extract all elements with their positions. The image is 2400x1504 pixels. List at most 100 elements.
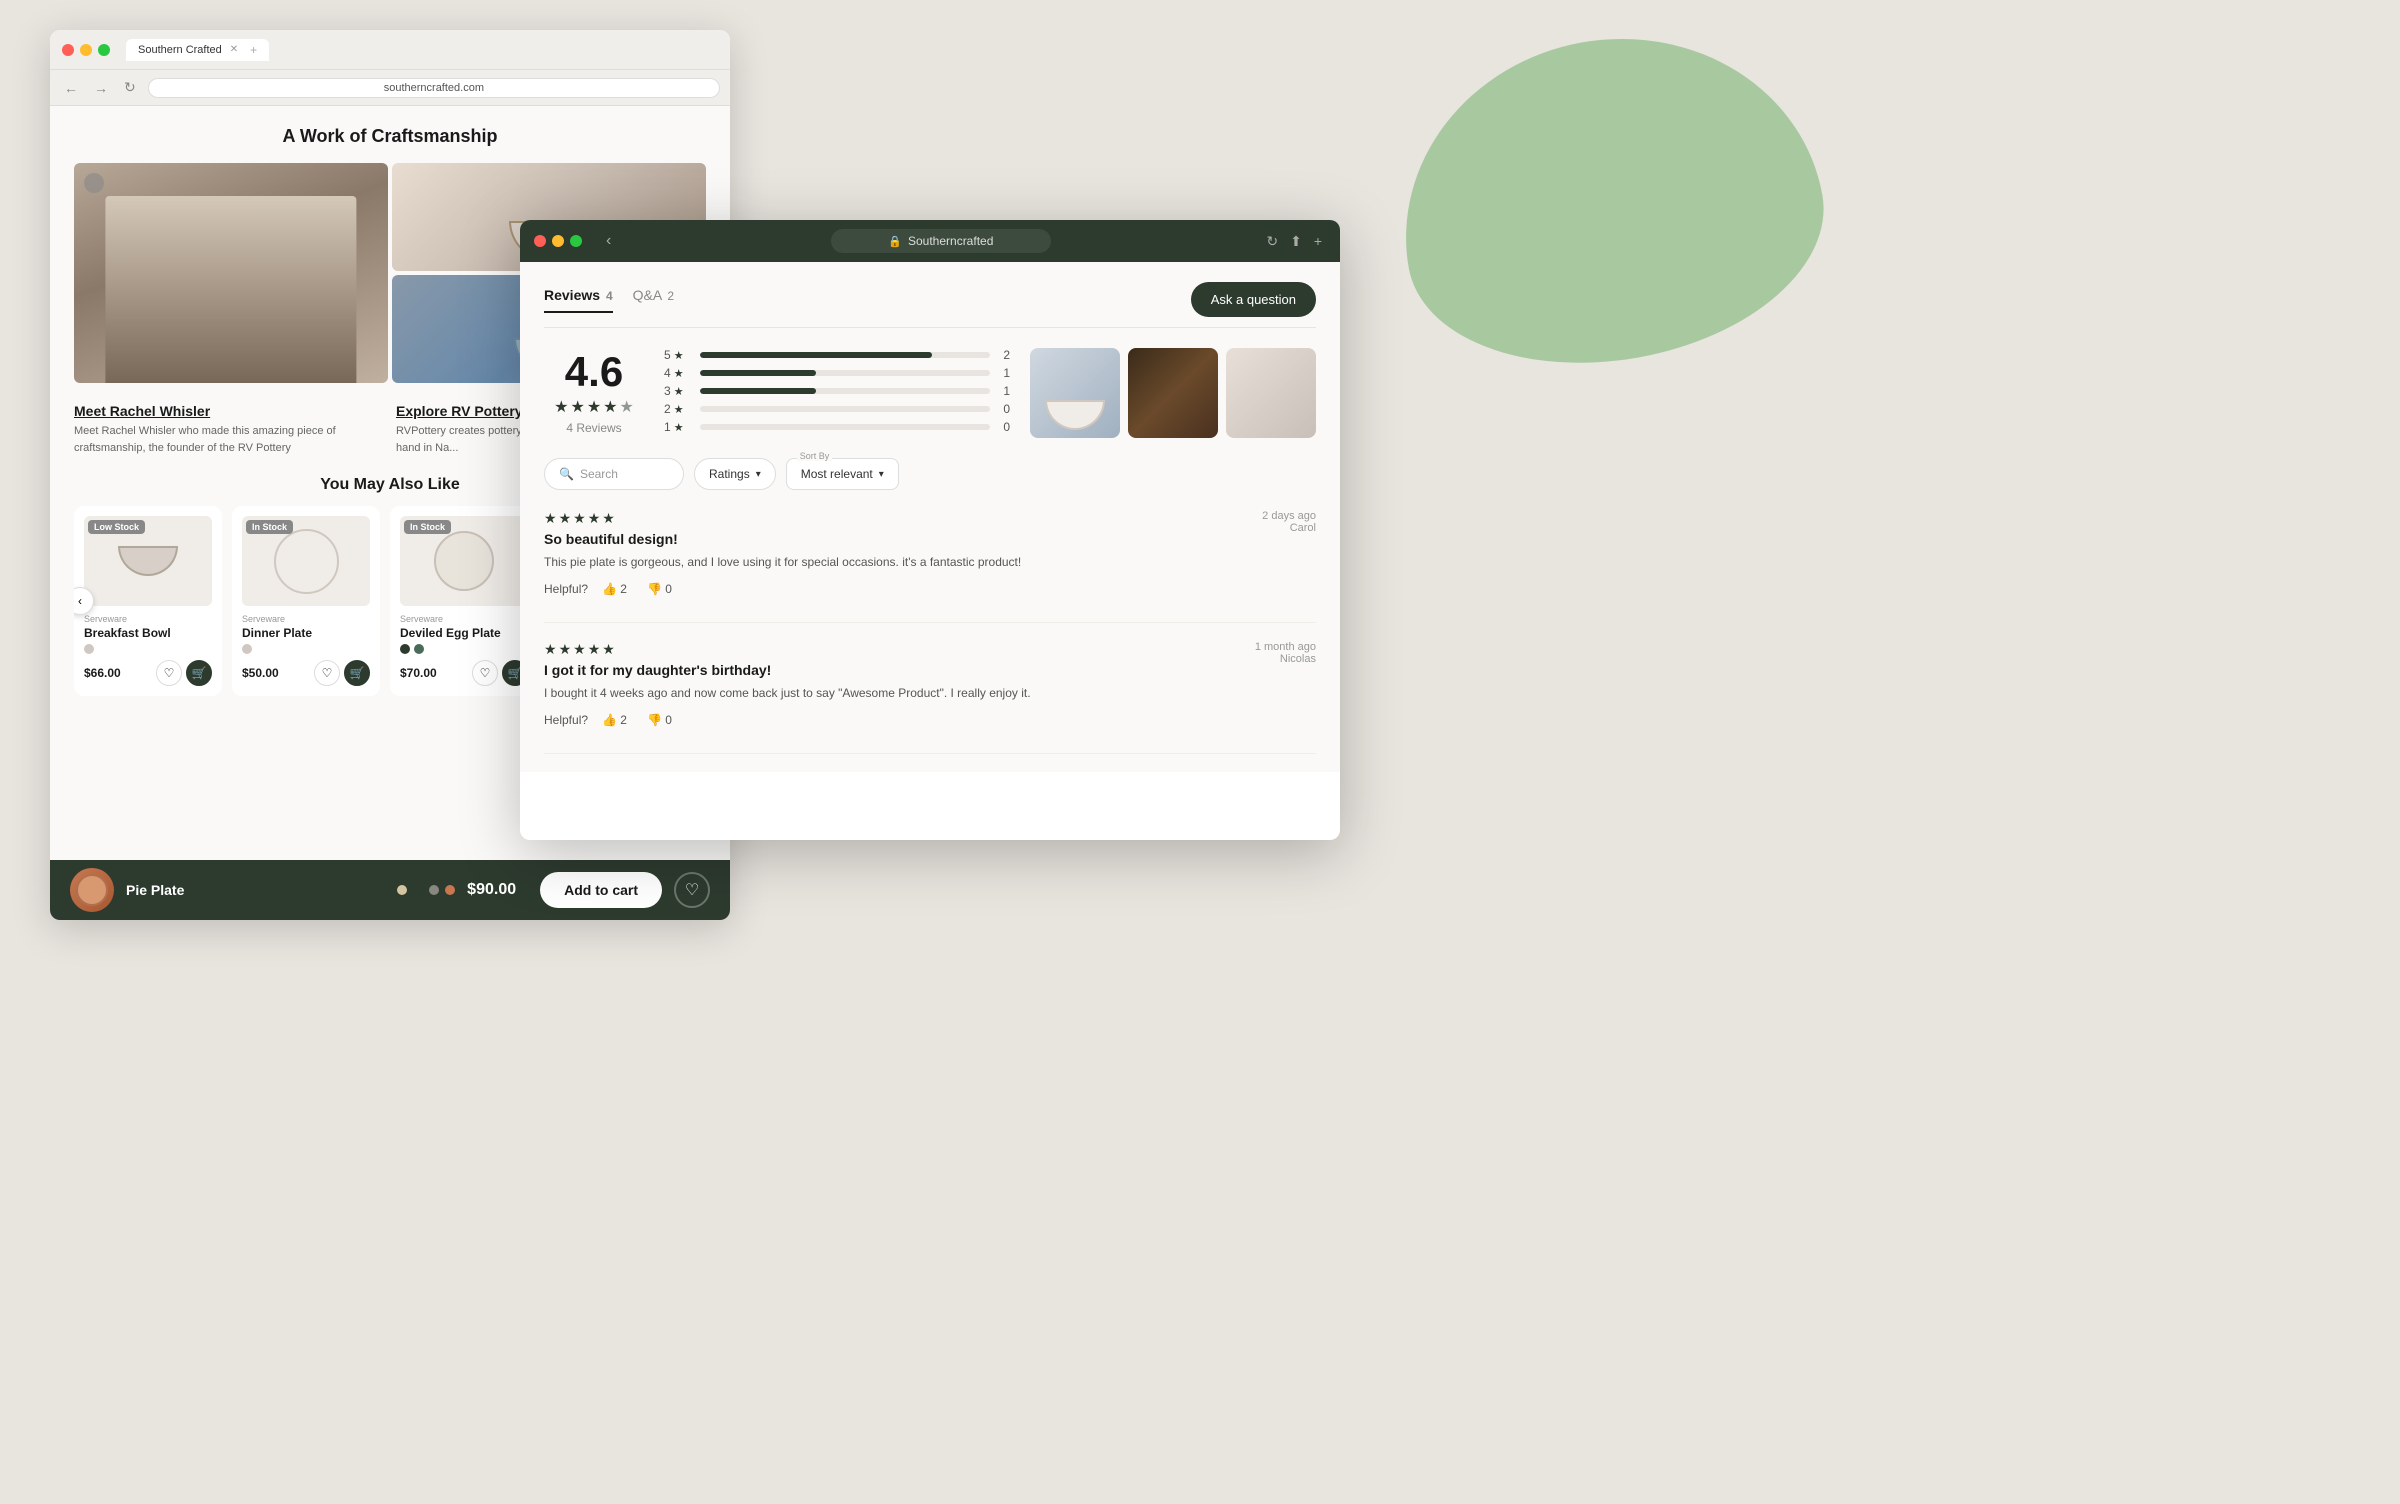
filters-row: 🔍 Search Ratings ▾ Sort By Most relevant…: [544, 458, 1316, 490]
bar-track-1: [700, 424, 990, 430]
bar-row-1: 1 ★ 0: [664, 420, 1010, 434]
review-photo-2[interactable]: [1128, 348, 1218, 438]
bar-label-4: 4 ★: [664, 366, 692, 380]
maximize-dot-front[interactable]: [570, 235, 582, 247]
review-item-2: ★ ★ ★ ★ ★ I got it for my daughter's bir…: [544, 641, 1316, 754]
person-figure: [105, 196, 356, 383]
tab-close-btn[interactable]: ✕: [230, 44, 238, 55]
review-meta-1: 2 days ago Carol: [1262, 510, 1316, 534]
product-name-1: Breakfast Bowl: [84, 626, 212, 640]
bar-count-5: 2: [998, 348, 1010, 362]
sort-dropdown[interactable]: Sort By Most relevant ▾: [786, 458, 899, 490]
stock-badge-2: In Stock: [246, 520, 293, 534]
helpful-label-2: Helpful?: [544, 713, 588, 727]
wishlist-btn-2[interactable]: ♡: [314, 660, 340, 686]
tab-group: Reviews 4 Q&A 2: [544, 287, 674, 313]
browser-tab[interactable]: Southern Crafted ✕ +: [126, 39, 269, 61]
bar-star-3: ★: [674, 385, 684, 398]
review-photo-1[interactable]: [1030, 348, 1120, 438]
bar-fill-5: [700, 352, 932, 358]
bar-row-2: 2 ★ 0: [664, 402, 1010, 416]
ind-dot-3[interactable]: [429, 885, 439, 895]
bar-star-5: ★: [674, 349, 684, 362]
add-cart-btn-2[interactable]: 🛒: [344, 660, 370, 686]
color-dot-3a[interactable]: [400, 644, 410, 654]
rating-bars: 5 ★ 2 4 ★ 1 3 ★: [664, 348, 1010, 438]
color-dots-2: [242, 644, 370, 654]
url-input-back[interactable]: southerncrafted.com: [148, 78, 720, 98]
front-content: Reviews 4 Q&A 2 Ask a question 4.6 ★ ★ ★…: [520, 262, 1340, 772]
ratings-chevron: ▾: [756, 469, 761, 480]
close-dot-front[interactable]: [534, 235, 546, 247]
wishlist-btn-1[interactable]: ♡: [156, 660, 182, 686]
forward-button[interactable]: →: [90, 78, 112, 98]
sort-value: Most relevant: [801, 467, 873, 481]
tab-title: Southern Crafted: [138, 44, 222, 56]
rating-stars-row: ★ ★ ★ ★ ★: [544, 397, 644, 417]
r-star-2-5: ★: [602, 641, 615, 658]
review-date-2: 1 month ago: [1255, 641, 1316, 653]
ind-dot-2[interactable]: [413, 885, 423, 895]
craftsman-name: Meet Rachel Whisler: [74, 403, 384, 419]
lock-icon: 🔒: [888, 235, 902, 248]
review-meta-2: 1 month ago Nicolas: [1255, 641, 1316, 665]
product-category-2: Serveware: [242, 614, 370, 624]
review-author-2: Nicolas: [1255, 653, 1316, 665]
craftsman-description: Meet Rachel Whisler who made this amazin…: [74, 423, 384, 456]
wishlist-btn-3[interactable]: ♡: [472, 660, 498, 686]
search-filter[interactable]: 🔍 Search: [544, 458, 684, 490]
product-footer-1: $66.00 ♡ 🛒: [84, 660, 212, 686]
add-to-cart-button[interactable]: Add to cart: [540, 872, 662, 908]
new-tab-btn[interactable]: +: [250, 43, 257, 57]
bar-track-2: [700, 406, 990, 412]
ratings-dropdown[interactable]: Ratings ▾: [694, 458, 776, 490]
wishlist-button[interactable]: ♡: [674, 872, 710, 908]
color-dot-1[interactable]: [84, 644, 94, 654]
search-icon: 🔍: [559, 467, 574, 481]
bar-track-3: [700, 388, 990, 394]
helpful-no-2[interactable]: 👎 0: [641, 711, 678, 729]
back-btn-front[interactable]: ‹: [602, 228, 615, 254]
back-button[interactable]: ←: [60, 78, 82, 98]
minimize-dot-front[interactable]: [552, 235, 564, 247]
reviews-tabs-row: Reviews 4 Q&A 2 Ask a question: [544, 282, 1316, 328]
review-header-1: ★ ★ ★ ★ ★ So beautiful design! This pie …: [544, 510, 1316, 598]
product-name-3: Deviled Egg Plate: [400, 626, 528, 640]
product-footer-2: $50.00 ♡ 🛒: [242, 660, 370, 686]
share-btn[interactable]: ⬆: [1290, 233, 1302, 250]
helpful-yes-1[interactable]: 👍 2: [596, 580, 633, 598]
bar-star-2: ★: [674, 403, 684, 416]
url-bar-front[interactable]: 🔒 Southerncrafted: [831, 229, 1051, 253]
product-card-2: In Stock Serveware Dinner Plate $50.00 ♡…: [232, 506, 380, 696]
minimize-dot[interactable]: [80, 44, 92, 56]
helpful-label-1: Helpful?: [544, 582, 588, 596]
tab-qna[interactable]: Q&A 2: [633, 287, 674, 313]
bar-fill-4: [700, 370, 816, 376]
product-card-3: In Stock Serveware Deviled Egg Plate $70…: [390, 506, 538, 696]
helpful-no-1[interactable]: 👎 0: [641, 580, 678, 598]
ind-dot-4[interactable]: [445, 885, 455, 895]
rating-score: 4.6: [544, 351, 644, 393]
color-dot-2[interactable]: [242, 644, 252, 654]
color-dot-3b[interactable]: [414, 644, 424, 654]
color-dots-3: [400, 644, 528, 654]
product-price-1: $66.00: [84, 666, 121, 680]
review-photo-3[interactable]: [1226, 348, 1316, 438]
bar-label-5: 5 ★: [664, 348, 692, 362]
bar-row-3: 3 ★ 1: [664, 384, 1010, 398]
bar-track-5: [700, 352, 990, 358]
helpful-yes-2[interactable]: 👍 2: [596, 711, 633, 729]
close-dot[interactable]: [62, 44, 74, 56]
reload-btn[interactable]: ↻: [1266, 233, 1278, 250]
new-tab-btn-front[interactable]: +: [1314, 233, 1322, 250]
tab-reviews[interactable]: Reviews 4: [544, 287, 613, 313]
ind-dot-1[interactable]: [397, 885, 407, 895]
maximize-dot[interactable]: [98, 44, 110, 56]
helpful-row-2: Helpful? 👍 2 👎 0: [544, 711, 1031, 729]
add-cart-btn-1[interactable]: 🛒: [186, 660, 212, 686]
ask-question-button[interactable]: Ask a question: [1191, 282, 1316, 317]
decorative-shape: [1375, 6, 1844, 394]
review-stars-2: ★ ★ ★ ★ ★: [544, 641, 1031, 658]
refresh-button[interactable]: ↻: [120, 77, 140, 98]
craftsman-block: Meet Rachel Whisler Meet Rachel Whisler …: [74, 403, 384, 456]
